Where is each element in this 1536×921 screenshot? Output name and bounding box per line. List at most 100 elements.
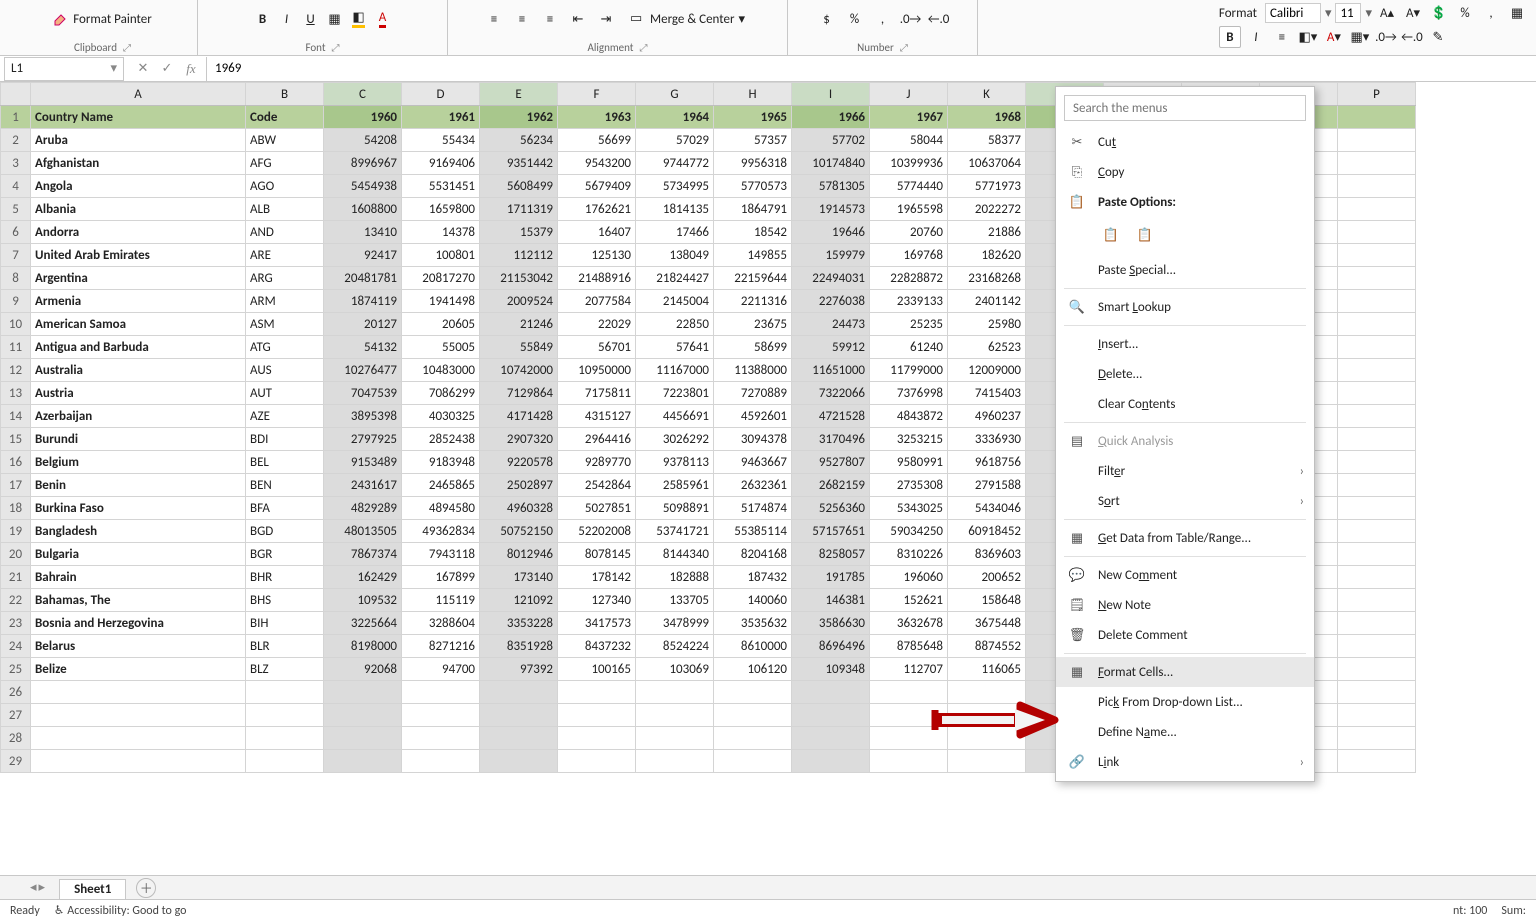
cell[interactable]: Albania	[31, 198, 246, 221]
cell[interactable]	[636, 704, 714, 727]
mini-inc-decimal-button[interactable]: .0→	[1375, 26, 1397, 48]
cell[interactable]: Armenia	[31, 290, 246, 313]
header-cell[interactable]: 1961	[402, 106, 480, 129]
cell[interactable]	[1338, 267, 1416, 290]
cell[interactable]: 94700	[402, 658, 480, 681]
row-header[interactable]: 5	[1, 198, 31, 221]
cell[interactable]: 17466	[636, 221, 714, 244]
cell[interactable]: 10399936	[870, 152, 948, 175]
cell[interactable]: 55434	[402, 129, 480, 152]
cell[interactable]: 2585961	[636, 474, 714, 497]
mini-dec-decimal-button[interactable]: ←.0	[1401, 26, 1423, 48]
cell[interactable]: 10174840	[792, 152, 870, 175]
cell[interactable]: Burundi	[31, 428, 246, 451]
cell[interactable]: 1874119	[324, 290, 402, 313]
cell[interactable]: Bahamas, The	[31, 589, 246, 612]
cell[interactable]: 103069	[636, 658, 714, 681]
cell[interactable]: 11167000	[636, 359, 714, 382]
cell[interactable]: 56699	[558, 129, 636, 152]
cell[interactable]: ARM	[246, 290, 324, 313]
cell[interactable]: 127340	[558, 589, 636, 612]
cell[interactable]: 3353228	[480, 612, 558, 635]
cell[interactable]: 5256360	[792, 497, 870, 520]
cell[interactable]: 138049	[636, 244, 714, 267]
cell[interactable]: 5098891	[636, 497, 714, 520]
dialog-launcher-icon[interactable]: ⤢	[332, 41, 340, 54]
col-header-E[interactable]: E	[480, 83, 558, 106]
cell[interactable]: Australia	[31, 359, 246, 382]
cell[interactable]: 10742000	[480, 359, 558, 382]
row-header[interactable]: 8	[1, 267, 31, 290]
cell[interactable]: 116065	[948, 658, 1026, 681]
context-menu-link[interactable]: 🔗 Link›	[1056, 747, 1314, 777]
row-header[interactable]: 18	[1, 497, 31, 520]
cell[interactable]: AUS	[246, 359, 324, 382]
cell[interactable]: 4592601	[714, 405, 792, 428]
cell[interactable]: 191785	[792, 566, 870, 589]
cell[interactable]: 7376998	[870, 382, 948, 405]
cell[interactable]: 8874552	[948, 635, 1026, 658]
row-header[interactable]: 23	[1, 612, 31, 635]
cell[interactable]: 11388000	[714, 359, 792, 382]
cell[interactable]: 9183948	[402, 451, 480, 474]
cell[interactable]	[1338, 244, 1416, 267]
cell[interactable]: 9153489	[324, 451, 402, 474]
cell[interactable]: 3094378	[714, 428, 792, 451]
cell[interactable]: 5454938	[324, 175, 402, 198]
cell[interactable]: 167899	[402, 566, 480, 589]
cell[interactable]: 182620	[948, 244, 1026, 267]
cell[interactable]: 146381	[792, 589, 870, 612]
cell[interactable]	[1338, 497, 1416, 520]
row-header[interactable]: 11	[1, 336, 31, 359]
font-name-input[interactable]	[1265, 3, 1321, 23]
cell[interactable]: 187432	[714, 566, 792, 589]
currency-button[interactable]: 💲	[1428, 2, 1450, 24]
cell[interactable]: 14378	[402, 221, 480, 244]
cell[interactable]	[480, 727, 558, 750]
cell[interactable]	[246, 727, 324, 750]
cell[interactable]	[246, 750, 324, 773]
cell[interactable]: 3895398	[324, 405, 402, 428]
align-right-button[interactable]: ≡	[539, 8, 561, 30]
cell[interactable]: 4171428	[480, 405, 558, 428]
tab-nav-prev[interactable]: ◂	[30, 880, 37, 895]
chevron-down-icon[interactable]: ▾	[1365, 6, 1372, 21]
cell[interactable]: 8610000	[714, 635, 792, 658]
row-header[interactable]: 7	[1, 244, 31, 267]
cell[interactable]: 2542864	[558, 474, 636, 497]
cell[interactable]: 11799000	[870, 359, 948, 382]
cell[interactable]: 52202008	[558, 520, 636, 543]
row-header[interactable]: 1	[1, 106, 31, 129]
context-menu-delete-comment[interactable]: 🗑 Delete Comment	[1056, 620, 1314, 650]
context-menu-clear-contents[interactable]: Clear Contents	[1056, 389, 1314, 419]
cell[interactable]: 1659800	[402, 198, 480, 221]
cell[interactable]: 8012946	[480, 543, 558, 566]
cell[interactable]: 57702	[792, 129, 870, 152]
cell[interactable]: 100801	[402, 244, 480, 267]
row-header[interactable]: 10	[1, 313, 31, 336]
cell[interactable]: Belize	[31, 658, 246, 681]
mini-fill-button[interactable]: ◧▾	[1297, 26, 1319, 48]
cell[interactable]: 1941498	[402, 290, 480, 313]
header-cell[interactable]: 1967	[870, 106, 948, 129]
cell[interactable]: 2791588	[948, 474, 1026, 497]
cell[interactable]: 5027851	[558, 497, 636, 520]
cell[interactable]: ABW	[246, 129, 324, 152]
cell[interactable]	[1338, 451, 1416, 474]
cell[interactable]: 2502897	[480, 474, 558, 497]
cell[interactable]: 11651000	[792, 359, 870, 382]
cell[interactable]: 3026292	[636, 428, 714, 451]
cell[interactable]	[558, 750, 636, 773]
cell[interactable]	[1338, 750, 1416, 773]
cell[interactable]: 3586630	[792, 612, 870, 635]
cell[interactable]	[1338, 681, 1416, 704]
cell[interactable]: 4843872	[870, 405, 948, 428]
cell[interactable]: 25980	[948, 313, 1026, 336]
cell[interactable]: 58044	[870, 129, 948, 152]
cell[interactable]: 57357	[714, 129, 792, 152]
cell[interactable]: 19646	[792, 221, 870, 244]
cell[interactable]: 57157651	[792, 520, 870, 543]
cell[interactable]: Andorra	[31, 221, 246, 244]
cell[interactable]: 8078145	[558, 543, 636, 566]
cell[interactable]: 49362834	[402, 520, 480, 543]
